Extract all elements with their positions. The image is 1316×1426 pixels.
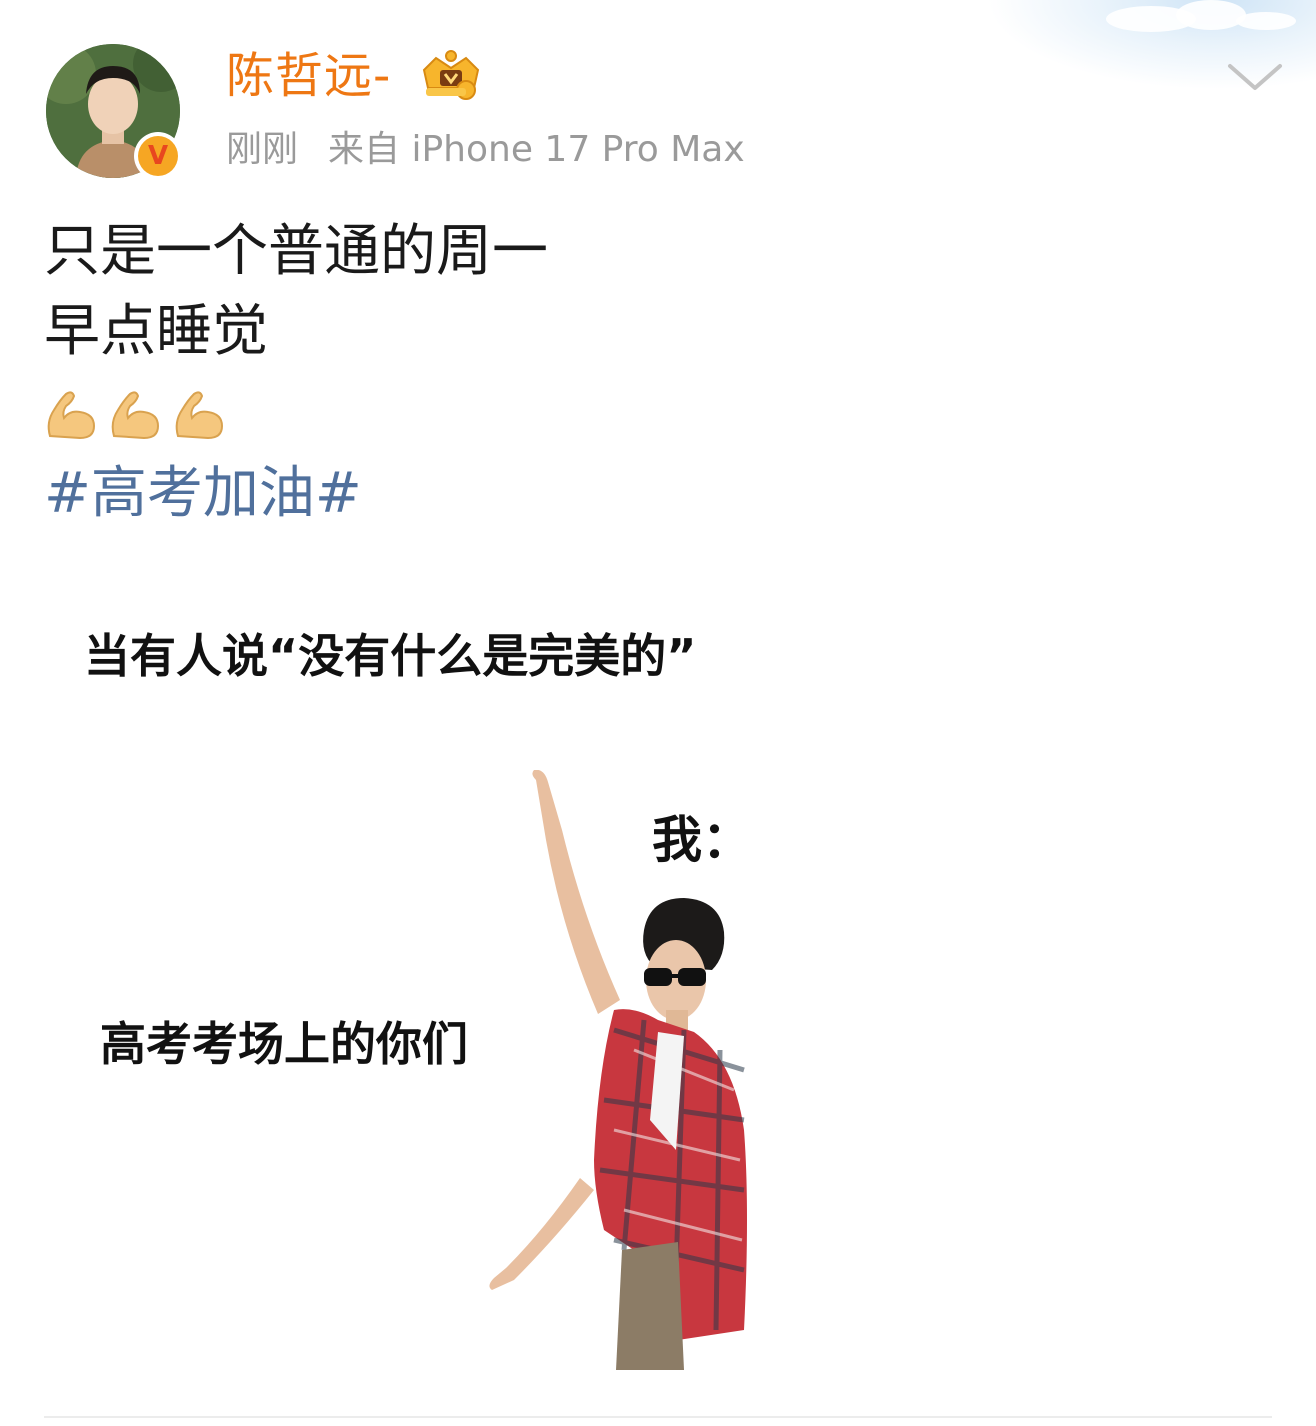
verified-badge-icon: V xyxy=(134,132,182,180)
emoji-row xyxy=(44,386,228,442)
flexed-biceps-icon xyxy=(47,391,96,440)
author-avatar[interactable]: V xyxy=(46,44,182,180)
crown-vip-icon[interactable] xyxy=(418,48,484,104)
author-name[interactable]: 陈哲远- xyxy=(226,46,391,106)
flexed-biceps-icon xyxy=(175,391,224,440)
flexed-biceps-icon xyxy=(111,391,160,440)
hashtag-link[interactable]: #高考加油# xyxy=(44,458,362,530)
post-source: 来自 iPhone 17 Pro Max xyxy=(328,129,745,170)
post-text-line-2: 早点睡觉 xyxy=(44,299,268,364)
person-figure xyxy=(489,770,747,1370)
post-time: 刚刚 xyxy=(226,129,299,170)
post-divider xyxy=(44,1416,1272,1418)
weibo-post: V 陈哲远- 刚刚 来自 iPhone 17 Pro Max 只是一个普通的周一 … xyxy=(0,0,1316,1426)
post-image[interactable]: 当有人说“没有什么是完美的” 我： 高考考场上的你们 xyxy=(44,600,1272,1390)
image-caption-top: 当有人说“没有什么是完美的” xyxy=(84,629,697,683)
post-meta: 刚刚 来自 iPhone 17 Pro Max xyxy=(226,126,745,174)
image-label-you: 高考考场上的你们 xyxy=(100,1017,468,1071)
chevron-down-icon[interactable] xyxy=(1226,60,1284,94)
post-text-line-1: 只是一个普通的周一 xyxy=(44,219,548,284)
